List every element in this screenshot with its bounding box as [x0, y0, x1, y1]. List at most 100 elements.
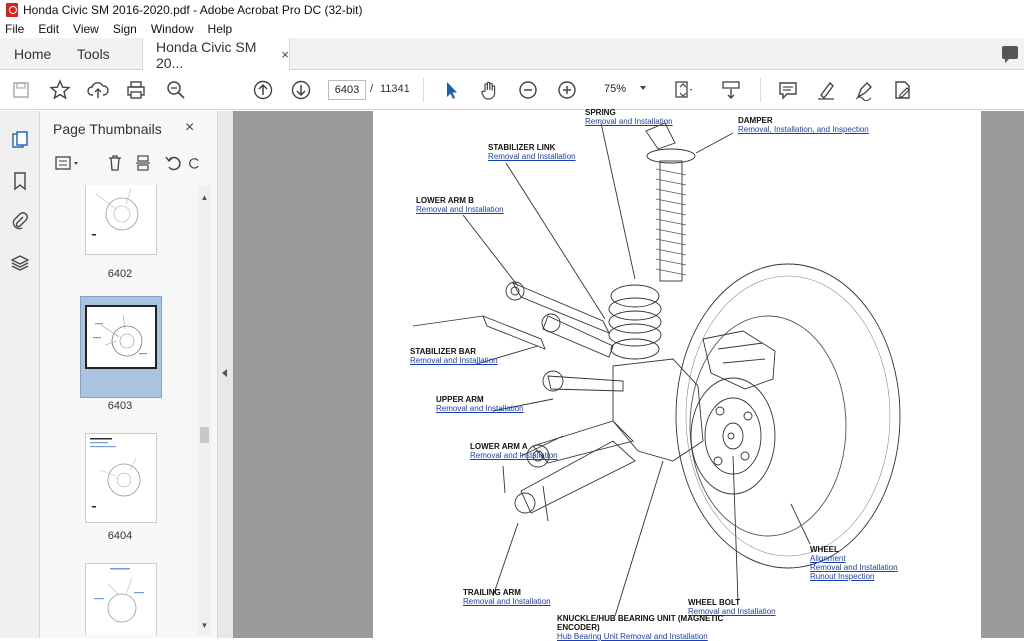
select-cursor-icon[interactable] — [439, 78, 463, 102]
menu-window[interactable]: Window — [151, 22, 194, 36]
fit-page-icon[interactable] — [671, 78, 695, 102]
options-menu-icon[interactable] — [52, 152, 84, 174]
label-title: LOWER ARM A — [470, 442, 528, 451]
attachment-icon[interactable] — [8, 209, 32, 233]
tab-document-label: Honda Civic SM 20... — [156, 38, 257, 71]
main-toolbar: 6403 / 11341 75% — [0, 70, 1024, 110]
diagram-label-stabilizer-link: STABILIZER LINK Removal and Installation — [488, 143, 576, 161]
zoom-dropdown-icon[interactable] — [640, 86, 646, 90]
document-right-margin — [983, 111, 1024, 638]
scroll-down-arrow-icon[interactable]: ▼ — [200, 621, 209, 630]
label-link[interactable]: Removal and Installation — [436, 404, 524, 413]
zoom-in-icon[interactable] — [555, 78, 579, 102]
diagram-label-stabilizer-bar: STABILIZER BAR Removal and Installation — [410, 347, 498, 365]
previous-page-icon[interactable] — [251, 78, 275, 102]
star-icon[interactable] — [48, 78, 72, 102]
print-icon[interactable] — [124, 78, 148, 102]
panel-close-button[interactable]: × — [185, 119, 194, 137]
page-thumbnail-6403[interactable] — [85, 305, 157, 369]
tab-home[interactable]: Home — [14, 38, 51, 70]
diagram-label-spring: SPRING Removal and Installation — [585, 108, 673, 126]
label-link[interactable]: Removal and Installation — [410, 356, 498, 365]
tab-document[interactable]: Honda Civic SM 20... × — [142, 38, 290, 71]
panel-splitter[interactable] — [218, 111, 233, 638]
thumbnail-scrollbar[interactable]: ▲ ▼ — [198, 185, 211, 635]
label-link[interactable]: Runout Inspection — [810, 572, 898, 581]
menu-help[interactable]: Help — [208, 22, 233, 36]
zoom-search-icon[interactable] — [164, 78, 188, 102]
edit-document-icon[interactable] — [890, 78, 914, 102]
extract-pages-icon[interactable] — [132, 152, 154, 174]
delete-page-icon[interactable] — [104, 152, 126, 174]
label-link[interactable]: Removal and Installation — [810, 563, 898, 572]
thumbnail-label: 6402 — [107, 268, 133, 280]
label-title: KNUCKLE/HUB BEARING UNIT (MAGNETIC ENCOD… — [557, 614, 724, 632]
bookmark-icon[interactable] — [8, 169, 32, 193]
sign-pen-icon[interactable] — [852, 78, 876, 102]
cloud-upload-icon[interactable] — [86, 78, 110, 102]
title-bar: Honda Civic SM 2016-2020.pdf - Adobe Acr… — [0, 0, 1024, 20]
rotate-left-icon[interactable] — [162, 152, 184, 174]
menu-sign[interactable]: Sign — [113, 22, 137, 36]
label-title: STABILIZER LINK — [488, 143, 556, 152]
label-title: WHEEL — [810, 545, 839, 554]
label-title: SPRING — [585, 108, 616, 117]
label-link[interactable]: Removal and Installation — [488, 152, 576, 161]
page-thumbnail[interactable] — [85, 563, 157, 635]
label-title: DAMPER — [738, 116, 773, 125]
diagram-label-trailing-arm: TRAILING ARM Removal and Installation — [463, 588, 551, 606]
tab-close-button[interactable]: × — [281, 47, 289, 62]
thumbnail-list: 6402 6403 6404 — [40, 185, 200, 635]
total-pages: 11341 — [380, 83, 410, 95]
panel-title: Page Thumbnails — [53, 121, 162, 137]
label-title: UPPER ARM — [436, 395, 484, 404]
diagram-label-wheel: WHEEL Alignment Removal and Installation… — [810, 545, 898, 581]
label-link[interactable]: Removal and Installation — [463, 597, 551, 606]
label-link[interactable]: Alignment — [810, 554, 898, 563]
save-icon[interactable] — [9, 78, 33, 102]
scroll-up-arrow-icon[interactable]: ▲ — [200, 193, 209, 202]
zoom-out-icon[interactable] — [516, 78, 540, 102]
rotate-right-icon[interactable] — [188, 152, 202, 174]
next-page-icon[interactable] — [289, 78, 313, 102]
window-title: Honda Civic SM 2016-2020.pdf - Adobe Acr… — [23, 3, 363, 17]
page-thumbnails-panel: Page Thumbnails × 6402 6403 6404 ▲ ▼ — [40, 111, 218, 638]
label-link[interactable]: Removal and Installation — [585, 117, 673, 126]
menu-view[interactable]: View — [73, 22, 99, 36]
label-link[interactable]: Hub Bearing Unit Removal and Installatio… — [557, 632, 727, 641]
page-thumbnails-icon[interactable] — [8, 128, 32, 152]
label-title: WHEEL BOLT — [688, 598, 741, 607]
layers-icon[interactable] — [8, 251, 32, 275]
label-title: TRAILING ARM — [463, 588, 521, 597]
page-number-input[interactable]: 6403 — [328, 80, 366, 100]
toolbar-divider — [423, 78, 424, 102]
page-thumbnail-6404[interactable] — [85, 433, 157, 523]
label-link[interactable]: Removal and Installation — [470, 451, 558, 460]
hand-tool-icon[interactable] — [477, 78, 501, 102]
thumbnail-toolbar — [40, 149, 218, 179]
toolbar-divider — [760, 78, 761, 102]
acrobat-app-icon — [6, 3, 18, 17]
zoom-level-select[interactable]: 75% — [604, 83, 626, 95]
diagram-label-knuckle-hub-bearing: KNUCKLE/HUB BEARING UNIT (MAGNETIC ENCOD… — [557, 614, 727, 641]
menu-bar: File Edit View Sign Window Help — [0, 20, 1024, 38]
menu-edit[interactable]: Edit — [38, 22, 59, 36]
collapse-panel-icon[interactable] — [222, 369, 227, 377]
thumbnail-label: 6404 — [107, 530, 133, 542]
diagram-label-lower-arm-a: LOWER ARM A Removal and Installation — [470, 442, 558, 460]
scrollbar-thumb[interactable] — [200, 427, 209, 443]
comment-icon[interactable] — [776, 78, 800, 102]
page-separator: / — [370, 83, 374, 95]
tab-tools[interactable]: Tools — [77, 38, 110, 70]
document-view[interactable]: SPRING Removal and Installation DAMPER R… — [233, 108, 1024, 641]
label-title: LOWER ARM B — [416, 196, 474, 205]
comment-bubble-icon[interactable] — [1002, 46, 1018, 63]
menu-file[interactable]: File — [5, 22, 24, 36]
label-link[interactable]: Removal, Installation, and Inspection — [738, 125, 869, 134]
scroll-mode-icon[interactable] — [719, 78, 743, 102]
label-title: STABILIZER BAR — [410, 347, 477, 356]
highlight-pen-icon[interactable] — [814, 78, 838, 102]
label-link[interactable]: Removal and Installation — [416, 205, 504, 214]
page-thumbnail-6402[interactable] — [85, 185, 157, 255]
diagram-label-lower-arm-b: LOWER ARM B Removal and Installation — [416, 196, 504, 214]
